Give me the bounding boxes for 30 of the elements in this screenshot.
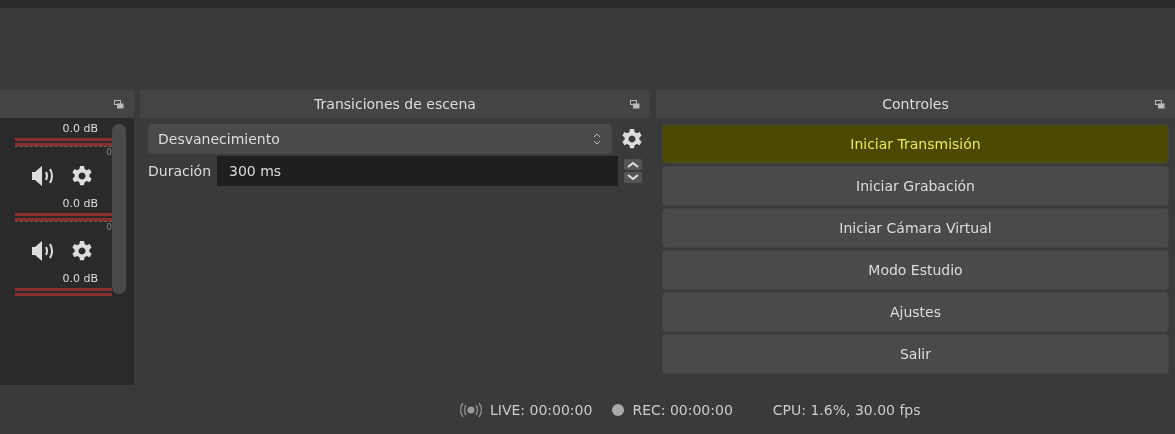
duration-label: Duración: [148, 163, 211, 179]
control-button[interactable]: Iniciar Transmisión: [662, 124, 1169, 164]
record-dot-icon: [612, 403, 625, 416]
gear-icon[interactable]: [72, 241, 92, 261]
gear-icon[interactable]: [622, 129, 642, 149]
up-down-chevron-icon: [592, 132, 602, 146]
spin-arrows-icon[interactable]: [624, 159, 642, 183]
volume-reading: 0.0 dB: [62, 272, 99, 287]
control-button[interactable]: Ajustes: [662, 292, 1169, 332]
control-button[interactable]: Iniciar Cámara Virtual: [662, 208, 1169, 248]
dock-title: Controles: [882, 96, 949, 112]
cpu-status: CPU: 1.6%, 30.00 fps: [772, 401, 921, 418]
control-button[interactable]: Modo Estudio: [662, 250, 1169, 290]
rec-timer: REC: 00:00:00: [632, 401, 733, 418]
meter-tick: 0: [106, 222, 112, 234]
volume-reading: 0.0 dB: [62, 122, 99, 137]
float-dock-icon[interactable]: [1155, 100, 1165, 109]
float-dock-icon[interactable]: [630, 100, 640, 109]
scrollbar[interactable]: [112, 124, 126, 294]
volume-reading: 0.0 dB: [62, 197, 99, 212]
control-button[interactable]: Iniciar Grabación: [662, 166, 1169, 206]
control-button[interactable]: Salir: [662, 334, 1169, 374]
dock-title: Transiciones de escena: [314, 96, 476, 112]
duration-field[interactable]: 300 ms: [217, 156, 618, 186]
float-dock-icon[interactable]: [114, 100, 124, 109]
gear-icon[interactable]: [72, 166, 92, 186]
broadcast-icon: [460, 401, 482, 418]
live-timer: LIVE: 00:00:00: [490, 401, 593, 418]
meter-tick: 0: [106, 147, 112, 159]
transition-dropdown[interactable]: Desvanecimiento: [148, 124, 612, 154]
